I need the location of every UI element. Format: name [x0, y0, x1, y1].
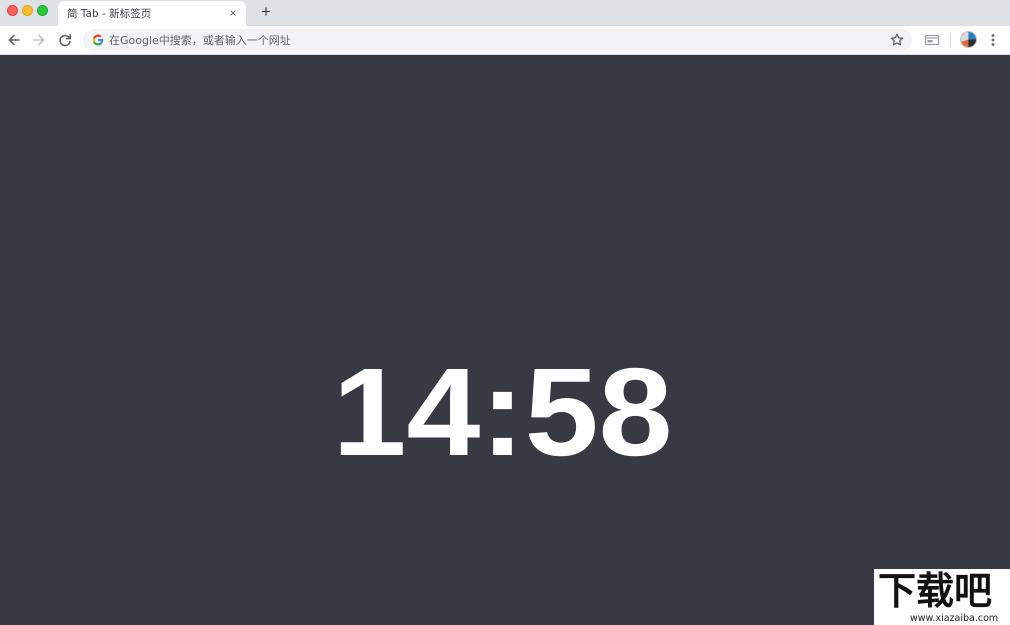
forward-arrow-icon[interactable] [29, 30, 49, 50]
google-g-icon [90, 32, 106, 48]
avatar[interactable] [960, 31, 977, 48]
tab-close-icon[interactable]: × [225, 5, 241, 21]
new-tab-page: 14:58 [0, 55, 1010, 625]
browser-toolbar [0, 26, 1010, 55]
window-maximize-button[interactable] [37, 5, 48, 16]
tab-title: 简 Tab - 新标签页 [67, 8, 152, 20]
title-bar: 简 Tab - 新标签页 × + [0, 0, 1010, 26]
star-icon[interactable] [888, 31, 906, 49]
extension-icon[interactable] [922, 31, 942, 49]
watermark-url: www.xiazaiba.com [910, 613, 999, 624]
window-close-button[interactable] [7, 5, 18, 16]
back-arrow-icon[interactable] [4, 30, 24, 50]
toolbar-separator [950, 33, 951, 48]
new-tab-button[interactable]: + [257, 3, 275, 21]
watermark-text: 下载吧 [878, 569, 993, 613]
clock-time-text: 14:58 [333, 357, 673, 459]
clock-display: 14:58 [330, 357, 675, 459]
omnibox[interactable] [83, 29, 912, 51]
active-tab[interactable]: 简 Tab - 新标签页 × [58, 1, 246, 26]
more-menu-icon[interactable] [986, 31, 1000, 49]
reload-icon[interactable] [55, 30, 75, 50]
window-minimize-button[interactable] [22, 5, 33, 16]
watermark-logo: 下载吧 www.xiazaiba.com [874, 569, 1010, 625]
omnibox-input[interactable] [109, 29, 869, 51]
